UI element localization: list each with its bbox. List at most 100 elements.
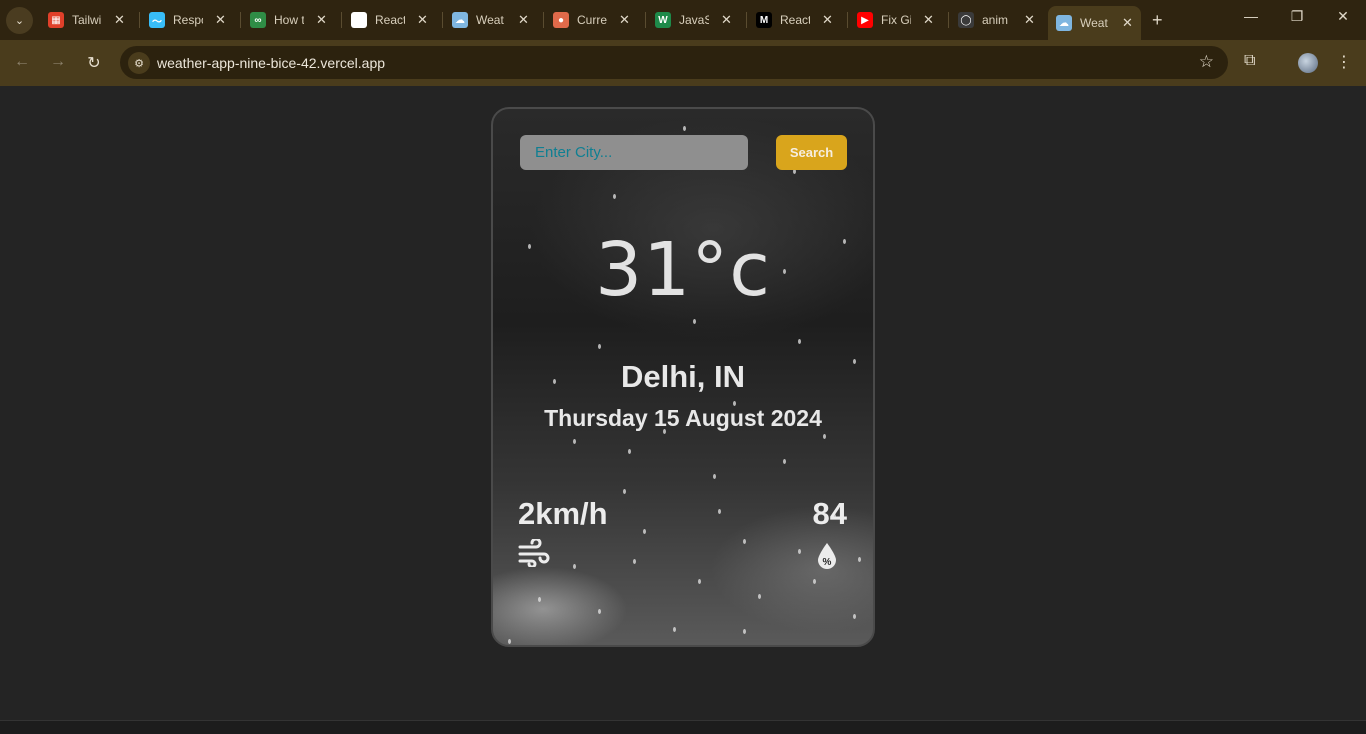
- city-search-input[interactable]: [520, 135, 748, 170]
- rain-drop: [783, 459, 786, 464]
- favicon-icon: ▶: [857, 12, 873, 28]
- browser-tab[interactable]: ▦ Tailwi ✕: [48, 6, 125, 34]
- site-info-icon[interactable]: ⚙: [128, 52, 150, 74]
- back-button[interactable]: ←: [12, 53, 32, 71]
- minimize-button[interactable]: —: [1236, 8, 1266, 24]
- favicon-icon: ●: [553, 12, 569, 28]
- rain-drop: [713, 474, 716, 479]
- rain-drop: [538, 597, 541, 602]
- tab-active[interactable]: ☁ Weat ✕: [1048, 6, 1141, 40]
- close-tab-icon[interactable]: ✕: [923, 12, 934, 28]
- tab-separator: [746, 12, 747, 28]
- wind-icon: [518, 539, 550, 567]
- tab-separator: [543, 12, 544, 28]
- rain-drop: [798, 549, 801, 554]
- favicon-icon: M: [756, 12, 772, 28]
- tab-separator: [442, 12, 443, 28]
- rain-drop: [573, 564, 576, 569]
- browser-tab[interactable]: W JavaS ✕: [655, 6, 732, 34]
- rain-drop: [683, 126, 686, 131]
- tab-separator: [948, 12, 949, 28]
- tab-title: React: [780, 13, 810, 27]
- rain-drop: [508, 639, 511, 644]
- browser-tab[interactable]: ◎ React ✕: [351, 6, 428, 34]
- tab-separator: [645, 12, 646, 28]
- rain-drop: [598, 609, 601, 614]
- browser-tab[interactable]: ▶ Fix Gi ✕: [857, 6, 934, 34]
- close-tab-icon[interactable]: ✕: [619, 12, 630, 28]
- os-taskbar: [0, 720, 1366, 734]
- location-name: Delhi, IN: [620, 359, 745, 394]
- close-tab-icon[interactable]: ✕: [721, 12, 732, 28]
- favicon-icon: ☁: [452, 12, 468, 28]
- new-tab-button[interactable]: +: [1152, 10, 1163, 31]
- tab-title: anim: [982, 13, 1009, 27]
- address-bar[interactable]: ⚙ weather-app-nine-bice-42.vercel.app ☆: [120, 46, 1228, 79]
- reload-button[interactable]: ↻: [84, 53, 104, 73]
- rain-drop: [623, 489, 626, 494]
- close-window-button[interactable]: ✕: [1328, 8, 1358, 25]
- rain-drop: [823, 434, 826, 439]
- rain-drop: [633, 559, 636, 564]
- weather-card: Search 31°c Delhi, IN Thursday 15 August…: [491, 107, 875, 647]
- tab-separator: [139, 12, 140, 28]
- close-tab-icon[interactable]: ✕: [215, 12, 226, 28]
- rain-drop: [718, 509, 721, 514]
- favicon-icon: 〜: [149, 12, 165, 28]
- tab-title: Fix Gi: [881, 13, 911, 27]
- rain-drop: [693, 319, 696, 324]
- url-text[interactable]: weather-app-nine-bice-42.vercel.app: [157, 55, 385, 71]
- favicon-icon: ◎: [351, 12, 367, 28]
- favicon-icon: ∞: [250, 12, 266, 28]
- tab-title: Tailwi: [72, 13, 102, 27]
- favicon-icon: ▦: [48, 12, 64, 28]
- tab-strip: ⌄ ▦ Tailwi ✕ 〜 Respo ✕ ∞ How t ✕ ◎ React ✕ ☁ Weat ✕ ● Cu…: [0, 0, 1366, 40]
- svg-text:%: %: [823, 557, 832, 568]
- rain-drop: [853, 614, 856, 619]
- close-tab-icon[interactable]: ✕: [518, 12, 529, 28]
- temperature-value: 31°c: [595, 227, 771, 313]
- tab-title: Curre: [577, 13, 607, 27]
- tab-separator: [341, 12, 342, 28]
- close-tab-icon[interactable]: ✕: [114, 12, 125, 28]
- browser-tab[interactable]: 〜 Respo ✕: [149, 6, 226, 34]
- close-tab-icon[interactable]: ✕: [1122, 15, 1133, 31]
- search-button[interactable]: Search: [776, 135, 847, 170]
- close-tab-icon[interactable]: ✕: [316, 12, 327, 28]
- rain-drop: [698, 579, 701, 584]
- browser-menu-icon[interactable]: ⋮: [1336, 52, 1352, 72]
- rain-drop: [673, 627, 676, 632]
- tab-separator: [847, 12, 848, 28]
- bookmark-star-icon[interactable]: ☆: [1199, 52, 1214, 72]
- current-date: Thursday 15 August 2024: [544, 405, 822, 431]
- rain-drop: [598, 344, 601, 349]
- browser-tab[interactable]: ☁ Weat ✕: [452, 6, 529, 34]
- close-tab-icon[interactable]: ✕: [822, 12, 833, 28]
- browser-tab[interactable]: ◯ anim ✕: [958, 6, 1035, 34]
- rain-drop: [613, 194, 616, 199]
- page-viewport: Search 31°c Delhi, IN Thursday 15 August…: [0, 86, 1366, 720]
- browser-tab[interactable]: ∞ How t ✕: [250, 6, 327, 34]
- browser-tab[interactable]: M React ✕: [756, 6, 833, 34]
- rain-drop: [858, 557, 861, 562]
- profile-avatar[interactable]: [1298, 53, 1318, 73]
- rain-drop: [628, 449, 631, 454]
- favicon-icon: W: [655, 12, 671, 28]
- browser-tab[interactable]: ● Curre ✕: [553, 6, 630, 34]
- wind-speed-value: 2km/h: [518, 496, 608, 531]
- close-tab-icon[interactable]: ✕: [1024, 12, 1035, 28]
- humidity-value: 84: [812, 496, 847, 531]
- restore-button[interactable]: ❐: [1282, 8, 1312, 25]
- rain-drop: [643, 529, 646, 534]
- tab-title: Weat: [1080, 16, 1108, 30]
- forward-button[interactable]: →: [48, 53, 68, 71]
- tab-title: Respo: [173, 13, 203, 27]
- tab-title: JavaS: [679, 13, 709, 27]
- favicon-icon: ◯: [958, 12, 974, 28]
- tab-search-button[interactable]: ⌄: [6, 7, 33, 34]
- close-tab-icon[interactable]: ✕: [417, 12, 428, 28]
- rain-drop: [813, 579, 816, 584]
- tab-separator: [240, 12, 241, 28]
- extensions-icon[interactable]: ⧉: [1244, 52, 1255, 70]
- tab-title: Weat: [476, 13, 504, 27]
